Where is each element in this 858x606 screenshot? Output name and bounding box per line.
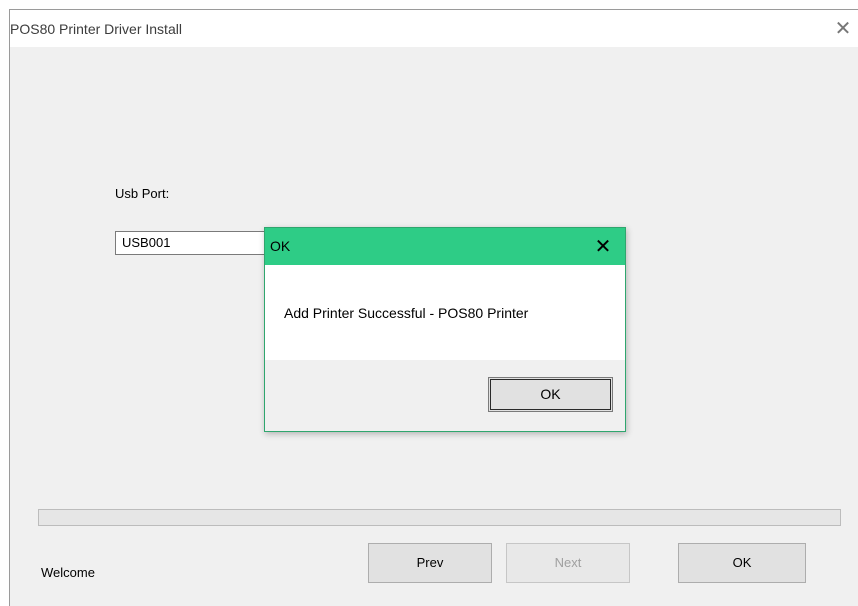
close-icon[interactable]: ✕ bbox=[828, 14, 858, 44]
usb-port-field[interactable]: USB001 bbox=[115, 231, 285, 255]
dialog-footer: OK bbox=[265, 360, 625, 431]
success-dialog: OK ✕ Add Printer Successful - POS80 Prin… bbox=[264, 227, 626, 432]
ok-button[interactable]: OK bbox=[678, 543, 806, 583]
status-text: Welcome bbox=[41, 565, 95, 580]
title-bar[interactable]: POS80 Printer Driver Install ✕ bbox=[10, 10, 858, 47]
install-progress-bar bbox=[38, 509, 841, 526]
usb-port-label: Usb Port: bbox=[115, 186, 170, 201]
dialog-message: Add Printer Successful - POS80 Printer bbox=[284, 305, 529, 321]
dialog-title-bar[interactable]: OK ✕ bbox=[265, 228, 625, 265]
dialog-body: Add Printer Successful - POS80 Printer bbox=[265, 265, 625, 360]
window-title: POS80 Printer Driver Install bbox=[10, 21, 182, 37]
next-button[interactable]: Next bbox=[506, 543, 630, 583]
prev-button[interactable]: Prev bbox=[368, 543, 492, 583]
dialog-title: OK bbox=[270, 238, 291, 254]
dialog-ok-button[interactable]: OK bbox=[488, 377, 613, 412]
dialog-close-icon[interactable]: ✕ bbox=[593, 232, 613, 262]
